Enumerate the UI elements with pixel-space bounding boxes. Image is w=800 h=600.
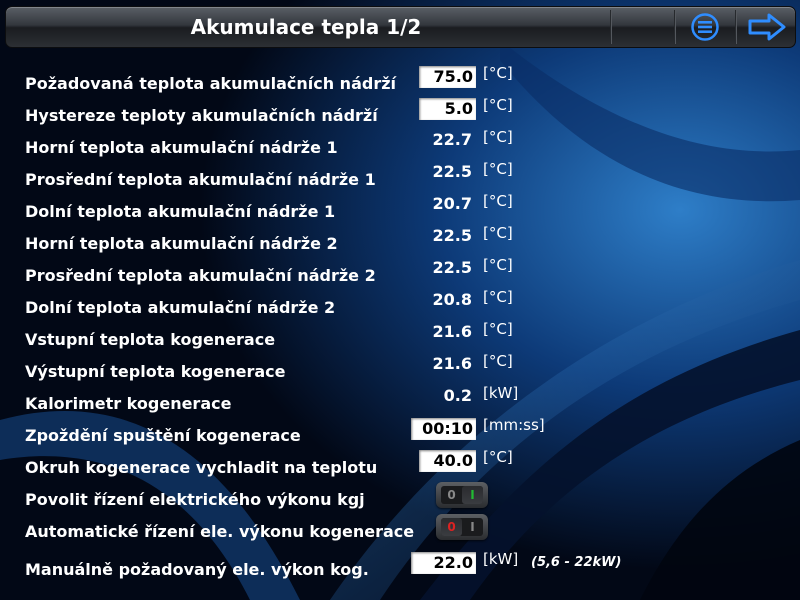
row-manual-power: Manuálně požadovaný ele. výkon kog. 22.0…: [0, 550, 800, 582]
row-cooldown-temp: Okruh kogenerace vychladit na teplotu 40…: [0, 448, 800, 480]
row-label: Manuálně požadovaný ele. výkon kog.: [25, 560, 369, 579]
cooldown-temp-input[interactable]: 40.0: [419, 450, 476, 472]
row-unit: [°C]: [483, 256, 513, 274]
row-value: 21.6: [432, 322, 472, 341]
row-unit: [°C]: [483, 320, 513, 338]
hamburger-circle-icon: [691, 13, 719, 41]
row-tank2-mid: Prosřední teplota akumulační nádrže 2 22…: [0, 256, 800, 288]
row-value: 0.2: [443, 386, 472, 405]
row-label: Prosřední teplota akumulační nádrže 1: [25, 170, 376, 189]
range-note: (5,6 - 22kW): [531, 555, 622, 570]
hysteresis-input[interactable]: 5.0: [419, 98, 476, 120]
row-tank2-bottom: Dolní teplota akumulační nádrže 2 20.8 […: [0, 288, 800, 320]
row-label: Kalorimetr kogenerace: [25, 394, 232, 413]
row-label: Zpoždění spuštění kogenerace: [25, 426, 301, 445]
manual-power-input[interactable]: 22.0: [411, 552, 476, 574]
row-tank2-top: Horní teplota akumulační nádrže 2 22.5 […: [0, 224, 800, 256]
row-unit: [°C]: [483, 448, 513, 466]
toggle-track: 0 I: [441, 518, 483, 536]
row-value: 22.5: [432, 226, 472, 245]
row-unit: [°C]: [483, 96, 513, 114]
arrow-right-icon: [748, 13, 786, 41]
row-unit: [°C]: [483, 288, 513, 306]
row-unit: [°C]: [483, 64, 513, 82]
row-start-delay: Zpoždění spuštění kogenerace 00:10 [mm:s…: [0, 416, 800, 448]
header-separator: [674, 10, 676, 44]
row-target-tank-temp: Požadovaná teplota akumulačních nádrží 7…: [0, 64, 800, 96]
row-value: 20.8: [432, 290, 472, 309]
toggle-off-label: 0: [441, 518, 462, 536]
row-label: Okruh kogenerace vychladit na teplotu: [25, 458, 378, 477]
row-unit: [°C]: [483, 192, 513, 210]
start-delay-input[interactable]: 00:10: [411, 418, 476, 440]
next-page-button[interactable]: [741, 9, 793, 45]
row-label: Povolit řízení elektrického výkonu kgj: [25, 490, 365, 509]
toggle-on-label: I: [462, 486, 483, 504]
row-label: Výstupní teplota kogenerace: [25, 362, 286, 381]
row-enable-power-control: Povolit řízení elektrického výkonu kgj 0…: [0, 482, 800, 512]
row-unit: [mm:ss]: [483, 416, 545, 434]
header-separator: [610, 10, 612, 44]
row-tank1-bottom: Dolní teplota akumulační nádrže 1 20.7 […: [0, 192, 800, 224]
row-unit: [kW]: [483, 550, 519, 568]
row-label: Prosřední teplota akumulační nádrže 2: [25, 266, 376, 285]
menu-button[interactable]: [681, 9, 729, 45]
row-label: Požadovaná teplota akumulačních nádrží: [25, 74, 397, 93]
row-unit: [°C]: [483, 160, 513, 178]
row-hysteresis: Hystereze teploty akumulačních nádrží 5.…: [0, 96, 800, 128]
row-tank1-top: Horní teplota akumulační nádrže 1 22.7 […: [0, 128, 800, 160]
row-label: Dolní teplota akumulační nádrže 2: [25, 298, 336, 317]
row-label: Automatické řízení ele. výkonu kogenerac…: [25, 522, 415, 541]
row-calorimeter: Kalorimetr kogenerace 0.2 [kW]: [0, 384, 800, 416]
row-label: Horní teplota akumulační nádrže 1: [25, 138, 338, 157]
row-value: 22.5: [432, 258, 472, 277]
row-cogen-outlet: Výstupní teplota kogenerace 21.6 [°C]: [0, 352, 800, 384]
row-unit: [°C]: [483, 224, 513, 242]
row-value: 21.6: [432, 354, 472, 373]
toggle-track: 0 I: [441, 486, 483, 504]
row-label: Horní teplota akumulační nádrže 2: [25, 234, 338, 253]
row-label: Hystereze teploty akumulačních nádrží: [25, 106, 378, 125]
toggle-off-label: 0: [447, 488, 456, 502]
header-separator: [735, 10, 737, 44]
row-value: 22.5: [432, 162, 472, 181]
row-unit: [kW]: [483, 384, 519, 402]
row-unit: [°C]: [483, 128, 513, 146]
page-title: Akumulace tepla 1/2: [190, 15, 422, 39]
header-bar: Akumulace tepla 1/2: [5, 6, 796, 48]
toggle-on-label: I: [470, 520, 475, 534]
enable-power-control-toggle[interactable]: 0 I: [436, 482, 488, 508]
row-cogen-inlet: Vstupní teplota kogenerace 21.6 [°C]: [0, 320, 800, 352]
auto-power-control-toggle[interactable]: 0 I: [436, 514, 488, 540]
row-tank1-mid: Prosřední teplota akumulační nádrže 1 22…: [0, 160, 800, 192]
row-unit: [°C]: [483, 352, 513, 370]
row-value: 22.7: [432, 130, 472, 149]
target-temp-input[interactable]: 75.0: [419, 66, 476, 88]
row-value: 20.7: [432, 194, 472, 213]
row-label: Dolní teplota akumulační nádrže 1: [25, 202, 336, 221]
row-label: Vstupní teplota kogenerace: [25, 330, 276, 349]
row-auto-power-control: Automatické řízení ele. výkonu kogenerac…: [0, 514, 800, 544]
